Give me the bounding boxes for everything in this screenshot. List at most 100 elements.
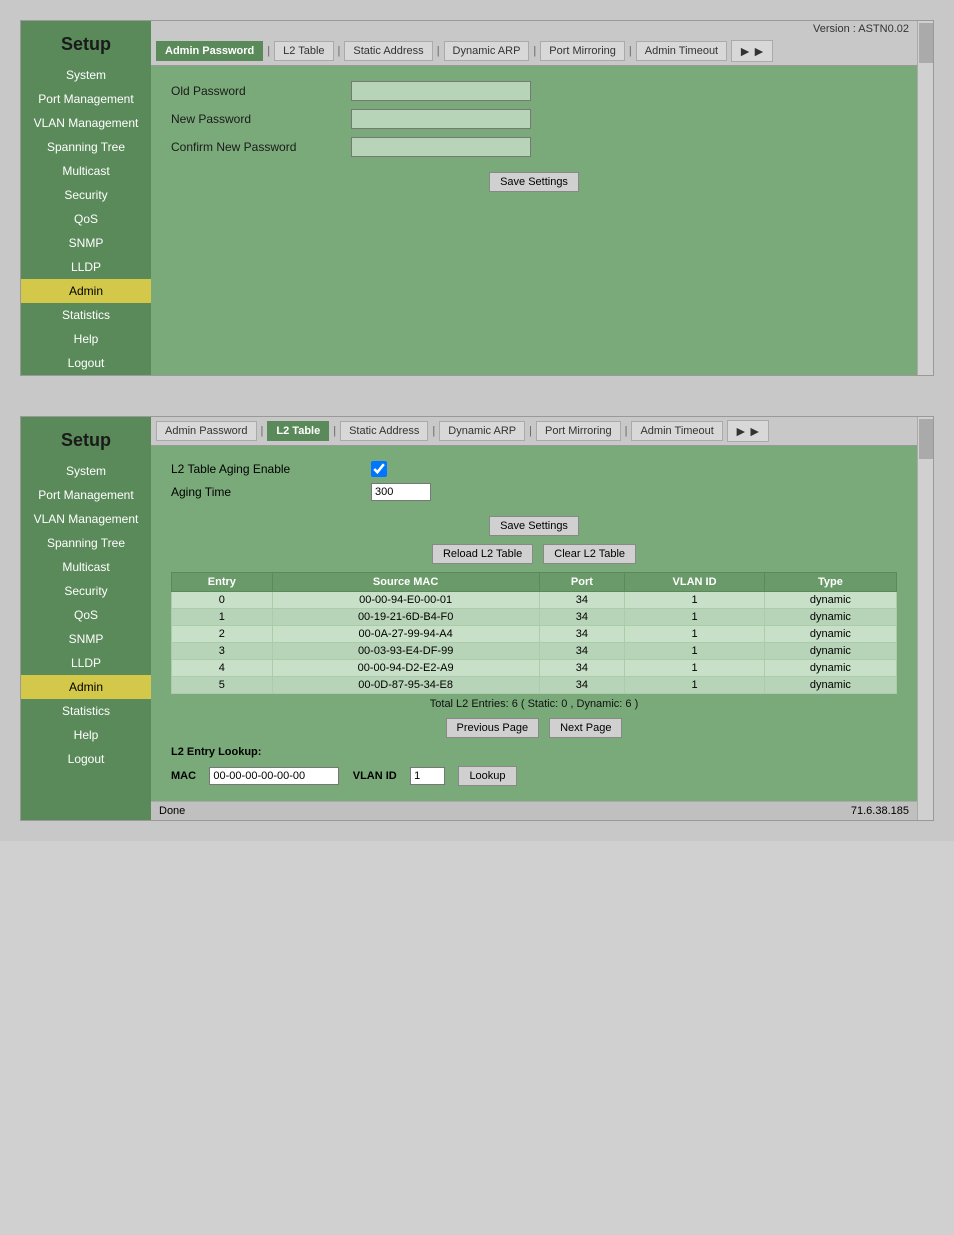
cell-port: 34 bbox=[539, 643, 625, 660]
col-type: Type bbox=[764, 573, 896, 592]
l2-lookup-inputs: MAC VLAN ID Lookup bbox=[171, 766, 897, 786]
sidebar-item-system-p1[interactable]: System bbox=[21, 63, 151, 87]
cell-mac: 00-00-94-D2-E2-A9 bbox=[272, 660, 539, 677]
new-password-row: New Password bbox=[171, 109, 897, 129]
l2-table: Entry Source MAC Port VLAN ID Type 000-0… bbox=[171, 572, 897, 694]
sidebar-item-help-p2[interactable]: Help bbox=[21, 723, 151, 747]
sidebar-item-portmgmt-p1[interactable]: Port Management bbox=[21, 87, 151, 111]
save-settings-row-p2: Save Settings bbox=[171, 516, 897, 536]
cell-mac: 00-0A-27-99-94-A4 bbox=[272, 626, 539, 643]
table-actions-p2: Reload L2 Table Clear L2 Table bbox=[171, 544, 897, 564]
sidebar-item-lldp-p2[interactable]: LLDP bbox=[21, 651, 151, 675]
scrollbar-thumb-p2 bbox=[919, 419, 933, 459]
sidebar-item-multicast-p2[interactable]: Multicast bbox=[21, 555, 151, 579]
sidebar-item-spanning-p1[interactable]: Spanning Tree bbox=[21, 135, 151, 159]
confirm-password-label: Confirm New Password bbox=[171, 140, 351, 154]
main-content-panel1: Version : ASTN0.02 Admin Password | L2 T… bbox=[151, 21, 917, 375]
sidebar-item-logout-p1[interactable]: Logout bbox=[21, 351, 151, 375]
tab-next-btn-p2[interactable]: ►► bbox=[727, 420, 769, 442]
mac-lookup-input[interactable] bbox=[209, 767, 339, 785]
reload-l2table-button[interactable]: Reload L2 Table bbox=[432, 544, 533, 564]
cell-vlan: 1 bbox=[625, 660, 765, 677]
sidebar-item-qos-p2[interactable]: QoS bbox=[21, 603, 151, 627]
cell-vlan: 1 bbox=[625, 677, 765, 694]
tab-l2table-p2[interactable]: L2 Table bbox=[267, 421, 329, 441]
sidebar-item-admin-p1[interactable]: Admin bbox=[21, 279, 151, 303]
cell-type: dynamic bbox=[764, 643, 896, 660]
tab-admin-password-p2[interactable]: Admin Password bbox=[156, 421, 257, 441]
sep4: | bbox=[531, 45, 538, 57]
save-settings-button-p1[interactable]: Save Settings bbox=[489, 172, 579, 192]
tab-l2table-p1[interactable]: L2 Table bbox=[274, 41, 333, 61]
tab-bar-p1: Admin Password | L2 Table | Static Addre… bbox=[151, 37, 917, 66]
lookup-button[interactable]: Lookup bbox=[458, 766, 516, 786]
sep2: | bbox=[336, 45, 343, 57]
sidebar-item-qos-p1[interactable]: QoS bbox=[21, 207, 151, 231]
sidebar-item-lldp-p1[interactable]: LLDP bbox=[21, 255, 151, 279]
previous-page-button[interactable]: Previous Page bbox=[446, 718, 540, 738]
sidebar-item-security-p1[interactable]: Security bbox=[21, 183, 151, 207]
cell-type: dynamic bbox=[764, 660, 896, 677]
aging-time-label: Aging Time bbox=[171, 485, 371, 499]
sidebar-item-system-p2[interactable]: System bbox=[21, 459, 151, 483]
sidebar-title-panel2: Setup bbox=[61, 422, 111, 459]
confirm-password-input[interactable] bbox=[351, 137, 531, 157]
tab-admin-timeout-p1[interactable]: Admin Timeout bbox=[636, 41, 727, 61]
old-password-input[interactable] bbox=[351, 81, 531, 101]
sep4-p2: | bbox=[527, 425, 534, 437]
scrollbar-p2[interactable] bbox=[917, 417, 933, 820]
tab-static-addr-p1[interactable]: Static Address bbox=[344, 41, 432, 61]
tab-bar-p2: Admin Password | L2 Table | Static Addre… bbox=[151, 417, 917, 446]
next-page-button[interactable]: Next Page bbox=[549, 718, 622, 738]
panel-admin-password: Setup System Port Management VLAN Manage… bbox=[20, 20, 934, 376]
content-area-p2: L2 Table Aging Enable Aging Time Save Se… bbox=[151, 446, 917, 801]
col-port: Port bbox=[539, 573, 625, 592]
sidebar-item-help-p1[interactable]: Help bbox=[21, 327, 151, 351]
sidebar-item-vlanmgmt-p1[interactable]: VLAN Management bbox=[21, 111, 151, 135]
sep5: | bbox=[627, 45, 634, 57]
cell-mac: 00-19-21-6D-B4-F0 bbox=[272, 609, 539, 626]
table-row: 200-0A-27-99-94-A4341dynamic bbox=[172, 626, 897, 643]
tab-dynamic-arp-p1[interactable]: Dynamic ARP bbox=[444, 41, 530, 61]
sidebar-item-snmp-p2[interactable]: SNMP bbox=[21, 627, 151, 651]
save-settings-button-p2[interactable]: Save Settings bbox=[489, 516, 579, 536]
sidebar-item-vlanmgmt-p2[interactable]: VLAN Management bbox=[21, 507, 151, 531]
aging-enable-checkbox[interactable] bbox=[371, 461, 387, 477]
tab-port-mirroring-p2[interactable]: Port Mirroring bbox=[536, 421, 621, 441]
sidebar-item-statistics-p2[interactable]: Statistics bbox=[21, 699, 151, 723]
vlanid-lookup-input[interactable] bbox=[410, 767, 445, 785]
sidebar-item-spanning-p2[interactable]: Spanning Tree bbox=[21, 531, 151, 555]
tab-next-btn-p1[interactable]: ►► bbox=[731, 40, 773, 62]
sidebar-item-portmgmt-p2[interactable]: Port Management bbox=[21, 483, 151, 507]
table-row: 300-03-93-E4-DF-99341dynamic bbox=[172, 643, 897, 660]
cell-type: dynamic bbox=[764, 592, 896, 609]
clear-l2table-button[interactable]: Clear L2 Table bbox=[543, 544, 636, 564]
sidebar-item-admin-p2[interactable]: Admin bbox=[21, 675, 151, 699]
sep1-p2: | bbox=[259, 425, 266, 437]
confirm-password-row: Confirm New Password bbox=[171, 137, 897, 157]
sidebar-item-statistics-p1[interactable]: Statistics bbox=[21, 303, 151, 327]
sidebar-item-logout-p2[interactable]: Logout bbox=[21, 747, 151, 771]
aging-enable-label: L2 Table Aging Enable bbox=[171, 462, 371, 476]
tab-admin-password-p1[interactable]: Admin Password bbox=[156, 41, 263, 61]
ip-address: 71.6.38.185 bbox=[851, 805, 909, 817]
new-password-input[interactable] bbox=[351, 109, 531, 129]
tab-port-mirroring-p1[interactable]: Port Mirroring bbox=[540, 41, 625, 61]
cell-port: 34 bbox=[539, 626, 625, 643]
tab-static-addr-p2[interactable]: Static Address bbox=[340, 421, 428, 441]
scrollbar-p1[interactable] bbox=[917, 21, 933, 375]
lookup-label: L2 Entry Lookup: bbox=[171, 746, 261, 758]
sidebar-item-snmp-p1[interactable]: SNMP bbox=[21, 231, 151, 255]
tab-admin-timeout-p2[interactable]: Admin Timeout bbox=[631, 421, 722, 441]
sep1: | bbox=[265, 45, 272, 57]
aging-time-input[interactable] bbox=[371, 483, 431, 501]
cell-entry: 1 bbox=[172, 609, 273, 626]
sep3: | bbox=[435, 45, 442, 57]
sidebar-item-security-p2[interactable]: Security bbox=[21, 579, 151, 603]
cell-type: dynamic bbox=[764, 626, 896, 643]
cell-port: 34 bbox=[539, 592, 625, 609]
cell-mac: 00-00-94-E0-00-01 bbox=[272, 592, 539, 609]
tab-dynamic-arp-p2[interactable]: Dynamic ARP bbox=[439, 421, 525, 441]
sidebar-item-multicast-p1[interactable]: Multicast bbox=[21, 159, 151, 183]
sep5-p2: | bbox=[623, 425, 630, 437]
